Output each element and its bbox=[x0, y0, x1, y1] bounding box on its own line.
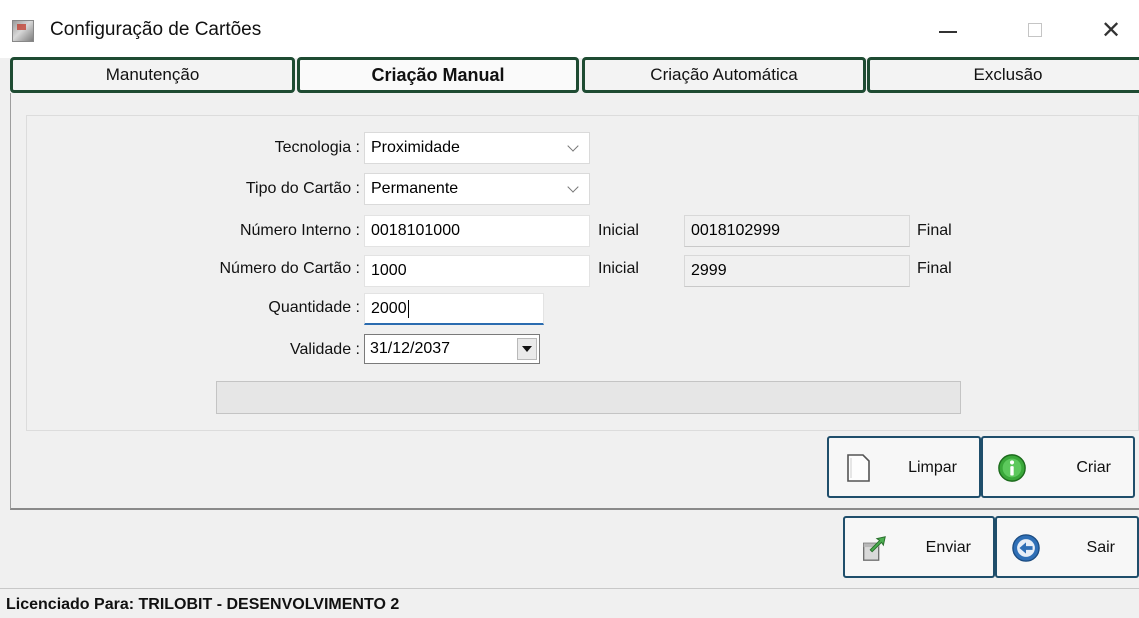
numero-cartao-value: 1000 bbox=[371, 262, 407, 279]
tab-label: Manutenção bbox=[105, 65, 200, 84]
sair-button[interactable]: Sair bbox=[995, 516, 1139, 578]
tab-manutencao[interactable]: Manutenção bbox=[10, 57, 295, 93]
tipo-cartao-label: Tipo do Cartão : bbox=[245, 180, 360, 197]
validade-value: 31/12/2037 bbox=[370, 340, 451, 357]
numero-interno-final-field: 0018102999 bbox=[684, 215, 910, 247]
send-arrow-icon bbox=[863, 536, 886, 561]
numero-interno-value: 0018101000 bbox=[371, 222, 460, 239]
close-icon: ✕ bbox=[1100, 16, 1122, 44]
exit-arrow-icon bbox=[1012, 534, 1040, 562]
numero-cartao-inicial-label: Inicial bbox=[598, 260, 639, 277]
tecnologia-value: Proximidade bbox=[371, 139, 460, 156]
status-bar: Licenciado Para: TRILOBIT - DESENVOLVIME… bbox=[0, 588, 1139, 618]
tab-criacao-manual[interactable]: Criação Manual bbox=[297, 57, 579, 93]
license-text: Licenciado Para: TRILOBIT - DESENVOLVIME… bbox=[6, 596, 400, 613]
validade-date-picker[interactable]: 31/12/2037 bbox=[364, 334, 540, 364]
text-caret bbox=[407, 299, 409, 318]
criar-label: Criar bbox=[1076, 459, 1111, 476]
tab-criacao-automatica[interactable]: Criação Automática bbox=[582, 57, 866, 93]
numero-cartao-final-field: 2999 bbox=[684, 255, 910, 287]
numero-interno-label: Número Interno : bbox=[239, 222, 360, 239]
minimize-icon bbox=[939, 31, 957, 33]
maximize-button[interactable] bbox=[1012, 12, 1058, 48]
tab-bar: Manutenção Criação Manual Criação Automá… bbox=[10, 57, 1139, 93]
tecnologia-label: Tecnologia : bbox=[274, 139, 360, 156]
minimize-button[interactable] bbox=[925, 12, 971, 48]
tipo-cartao-select[interactable]: Permanente bbox=[364, 173, 590, 205]
window-title: Configuração de Cartões bbox=[50, 19, 262, 40]
chevron-down-icon bbox=[567, 181, 579, 193]
quantidade-label: Quantidade : bbox=[268, 299, 360, 316]
tecnologia-select[interactable]: Proximidade bbox=[364, 132, 590, 164]
tab-label: Criação Automática bbox=[650, 65, 798, 84]
numero-interno-final-value: 0018102999 bbox=[691, 222, 780, 239]
chevron-down-icon bbox=[567, 140, 579, 152]
sair-label: Sair bbox=[1086, 539, 1115, 556]
tab-label: Criação Manual bbox=[371, 64, 505, 85]
limpar-label: Limpar bbox=[908, 459, 957, 476]
progress-bar bbox=[216, 381, 961, 414]
triangle-down-icon bbox=[522, 346, 532, 352]
quantidade-value: 2000 bbox=[371, 299, 407, 317]
numero-cartao-input[interactable]: 1000 bbox=[364, 255, 590, 287]
quantidade-input[interactable]: 2000 bbox=[364, 293, 544, 325]
close-button[interactable]: ✕ bbox=[1088, 12, 1134, 48]
tab-exclusao[interactable]: Exclusão bbox=[867, 57, 1139, 93]
blank-page-icon bbox=[847, 454, 870, 482]
numero-cartao-final-value: 2999 bbox=[691, 262, 727, 279]
criar-button[interactable]: Criar bbox=[981, 436, 1135, 498]
info-circle-icon bbox=[998, 454, 1026, 482]
enviar-label: Enviar bbox=[925, 539, 971, 556]
tipo-cartao-value: Permanente bbox=[371, 180, 459, 197]
enviar-button[interactable]: Enviar bbox=[843, 516, 995, 578]
numero-interno-input[interactable]: 0018101000 bbox=[364, 215, 590, 247]
limpar-button[interactable]: Limpar bbox=[827, 436, 981, 498]
numero-cartao-label: Número do Cartão : bbox=[219, 260, 360, 277]
calendar-dropdown-button[interactable] bbox=[517, 338, 537, 360]
numero-cartao-final-label: Final bbox=[917, 260, 952, 277]
tab-label: Exclusão bbox=[973, 65, 1043, 84]
validade-label: Validade : bbox=[290, 341, 360, 358]
app-card-icon bbox=[12, 20, 34, 42]
title-bar: Configuração de Cartões ✕ bbox=[0, 0, 1139, 58]
numero-interno-final-label: Final bbox=[917, 222, 952, 239]
maximize-icon bbox=[1028, 23, 1042, 37]
numero-interno-inicial-label: Inicial bbox=[598, 222, 639, 239]
